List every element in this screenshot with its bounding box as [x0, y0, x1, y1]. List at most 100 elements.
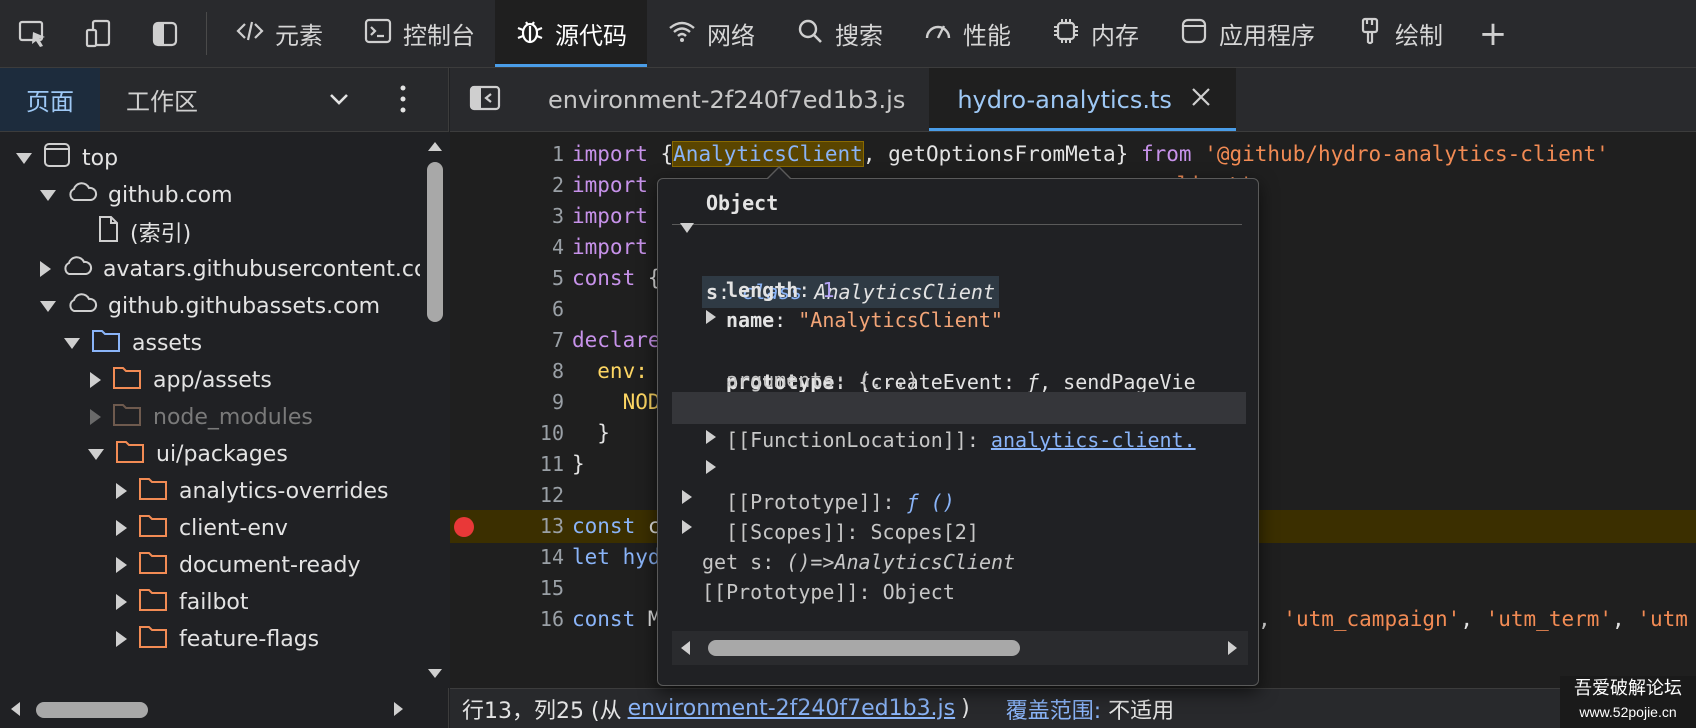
- dock-side-icon[interactable]: [132, 0, 198, 67]
- collapsed-triangle-icon[interactable]: [116, 557, 127, 573]
- tab-rendering[interactable]: 绘制: [1335, 0, 1463, 67]
- scrollbar-thumb[interactable]: [708, 640, 1020, 656]
- collapsed-triangle-icon[interactable]: [116, 594, 127, 610]
- tab-label: 源代码: [555, 22, 627, 50]
- code-token: , getOptionsFromMeta}: [862, 142, 1141, 166]
- tree-item-label: app/assets: [153, 367, 272, 393]
- expanded-triangle-icon[interactable]: [680, 223, 694, 233]
- keyword-token: import: [572, 173, 648, 197]
- tree-item-assets[interactable]: assets: [64, 323, 202, 363]
- tree-item-index[interactable]: (索引): [96, 212, 191, 252]
- collapsed-triangle-icon[interactable]: [682, 520, 692, 534]
- scroll-left-icon[interactable]: [8, 700, 22, 722]
- property-getter-s[interactable]: get s: ()=>AnalyticsClient: [658, 482, 1246, 574]
- scroll-left-icon[interactable]: [678, 639, 692, 661]
- collapsed-triangle-icon[interactable]: [90, 372, 101, 388]
- tab-application[interactable]: 应用程序: [1159, 0, 1335, 67]
- hovered-identifier[interactable]: AnalyticsClient: [672, 141, 864, 167]
- collapsed-triangle-icon[interactable]: [116, 520, 127, 536]
- tree-item-avatars[interactable]: avatars.githubusercontent.com: [40, 249, 420, 289]
- tab-elements[interactable]: 元素: [215, 0, 343, 67]
- tree-item-failbot[interactable]: failbot: [116, 582, 249, 622]
- keyword-token: from: [1140, 142, 1192, 166]
- keyword-token: const: [572, 514, 636, 538]
- inspect-element-icon[interactable]: [0, 0, 66, 67]
- property-caller[interactable]: caller: (...): [658, 362, 1246, 422]
- close-icon[interactable]: [1190, 86, 1212, 114]
- property-prototype[interactable]: prototype: {createEvent: ƒ, sendPageVie: [658, 302, 1246, 394]
- coverage-status[interactable]: 覆盖范围: 不适用: [1006, 693, 1174, 725]
- line-number: 13: [539, 514, 564, 538]
- tree-item-ui-packages[interactable]: ui/packages: [88, 434, 288, 474]
- collapsed-triangle-icon[interactable]: [116, 631, 127, 647]
- code-text: import: [572, 231, 648, 264]
- tree-item-client-env[interactable]: client-env: [116, 508, 288, 548]
- tree-item-node-modules[interactable]: node_modules: [90, 397, 313, 437]
- popover-horizontal-scrollbar[interactable]: [672, 631, 1248, 665]
- property-internal-prototype[interactable]: [[Prototype]]: ƒ (): [658, 422, 1246, 514]
- collapsed-triangle-icon[interactable]: [116, 483, 127, 499]
- tab-environment-js[interactable]: environment-2f240f7ed1b3.js: [520, 68, 929, 131]
- property-value: ()=>AnalyticsClient: [786, 550, 1016, 574]
- tree-item-label: failbot: [179, 589, 249, 615]
- collapsed-triangle-icon[interactable]: [682, 490, 692, 504]
- property-s[interactable]: s: class AnalyticsClient: [658, 212, 1246, 308]
- tree-item-document-ready[interactable]: document-ready: [116, 545, 361, 585]
- toolbar-divider: [206, 12, 207, 55]
- tab-hydro-analytics-ts[interactable]: hydro-analytics.ts: [929, 68, 1236, 131]
- tab-memory[interactable]: 内存: [1031, 0, 1159, 67]
- tree-item-github-com[interactable]: github.com: [40, 175, 233, 215]
- tab-workspace[interactable]: 工作区: [100, 68, 224, 131]
- tree-item-githubassets[interactable]: github.githubassets.com: [40, 286, 380, 326]
- devtools-toolbar: 元素 控制台 源代码 网络 搜索 性能 内存 应用程序 绘制 +: [0, 0, 1696, 68]
- property-arguments[interactable]: arguments: (...): [658, 332, 1246, 392]
- toggle-navigator-button[interactable]: [450, 68, 520, 131]
- tab-sources[interactable]: 源代码: [495, 0, 647, 67]
- scroll-right-icon[interactable]: [1226, 639, 1240, 661]
- tree-item-analytics-overrides[interactable]: analytics-overrides: [116, 471, 388, 511]
- scroll-down-icon[interactable]: [426, 666, 444, 685]
- tab-page[interactable]: 页面: [0, 68, 100, 131]
- chevron-down-icon[interactable]: [326, 86, 352, 116]
- tree-vertical-scrollbar[interactable]: [420, 132, 449, 688]
- property-name[interactable]: name: "AnalyticsClient": [658, 272, 1246, 332]
- scroll-up-icon[interactable]: [426, 138, 444, 157]
- tree-item-app-assets[interactable]: app/assets: [90, 360, 272, 400]
- object-preview-popover[interactable]: Object s: class AnalyticsClient length: …: [657, 166, 1259, 686]
- tree-item-top[interactable]: top: [16, 138, 118, 178]
- tab-search[interactable]: 搜索: [775, 0, 903, 67]
- plus-icon: +: [1478, 13, 1508, 54]
- expanded-triangle-icon[interactable]: [64, 337, 80, 349]
- code-line[interactable]: 1 import {AnalyticsClient, getOptionsFro…: [450, 138, 1696, 171]
- scrollbar-thumb[interactable]: [427, 162, 443, 322]
- property-object-prototype[interactable]: [[Prototype]]: Object: [658, 512, 1246, 604]
- property-scopes[interactable]: [[Scopes]]: Scopes[2]: [658, 452, 1246, 544]
- expanded-triangle-icon[interactable]: [40, 300, 56, 312]
- expanded-triangle-icon[interactable]: [16, 152, 32, 164]
- line-number: 9: [551, 390, 564, 414]
- tree-item-feature-flags[interactable]: feature-flags: [116, 619, 319, 659]
- tree-horizontal-scrollbar[interactable]: [0, 688, 420, 728]
- more-tools-button[interactable]: +: [1463, 0, 1523, 67]
- property-function-location[interactable]: [[FunctionLocation]]: analytics-client.: [672, 392, 1246, 452]
- expanded-triangle-icon[interactable]: [88, 448, 104, 460]
- breakpoint-marker[interactable]: [454, 517, 474, 537]
- scrollbar-thumb[interactable]: [36, 702, 148, 718]
- source-file-link[interactable]: environment-2f240f7ed1b3.js: [628, 696, 956, 721]
- more-options-icon[interactable]: [397, 82, 409, 120]
- performance-gauge-icon: [923, 16, 953, 52]
- bug-icon: [515, 16, 545, 52]
- collapsed-triangle-icon[interactable]: [90, 409, 101, 425]
- property-length[interactable]: length: 1: [658, 242, 1246, 302]
- scroll-right-icon[interactable]: [392, 700, 406, 722]
- collapsed-triangle-icon[interactable]: [706, 310, 716, 324]
- collapsed-triangle-icon[interactable]: [706, 460, 716, 474]
- tab-console[interactable]: 控制台: [343, 0, 495, 67]
- expanded-triangle-icon[interactable]: [40, 189, 56, 201]
- string-token: 'utm_campaign': [1283, 607, 1461, 631]
- collapsed-triangle-icon[interactable]: [706, 430, 716, 444]
- tab-performance[interactable]: 性能: [903, 0, 1031, 67]
- device-toolbar-icon[interactable]: [66, 0, 132, 67]
- tab-network[interactable]: 网络: [647, 0, 775, 67]
- collapsed-triangle-icon[interactable]: [40, 261, 51, 277]
